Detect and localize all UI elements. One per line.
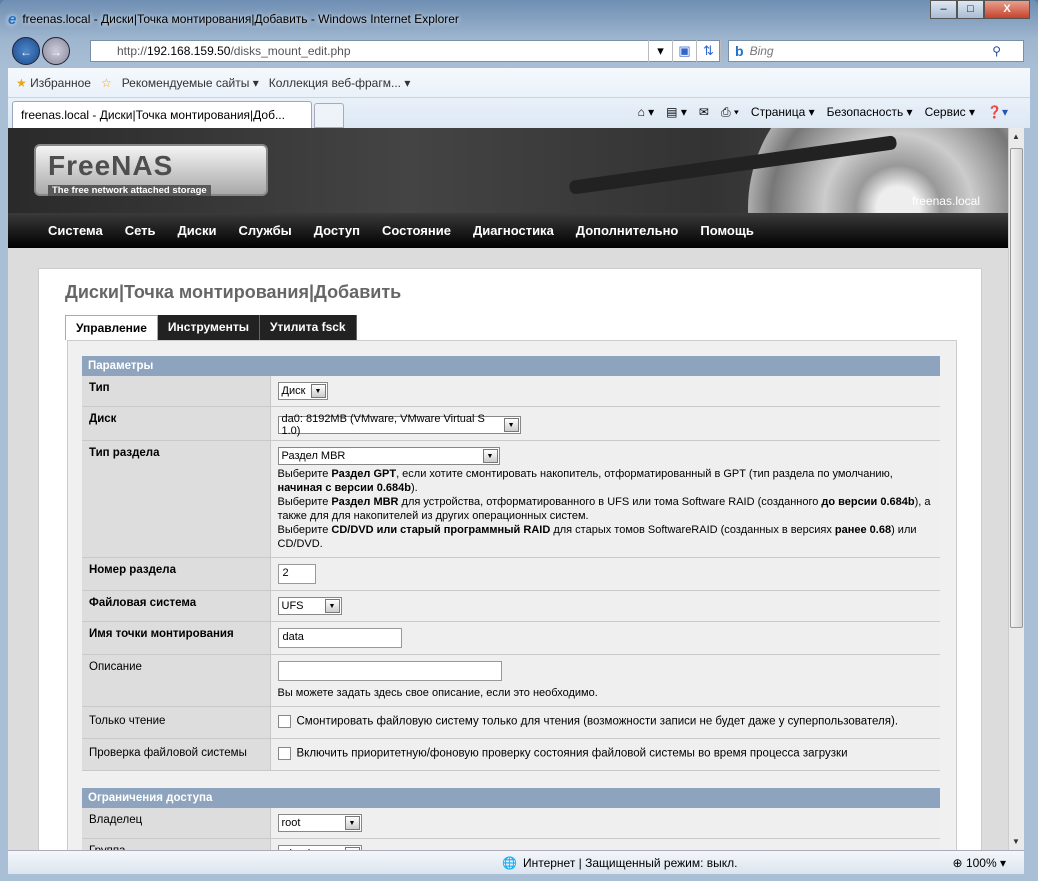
scroll-up-icon[interactable]: ▲ [1012, 132, 1020, 141]
tab-fsck[interactable]: Утилита fsck [259, 315, 357, 340]
favorites-button[interactable]: ★ Избранное [16, 76, 91, 90]
window-controls: – □ X [930, 0, 1030, 19]
fsck-checkbox[interactable] [277, 747, 291, 760]
fav-item[interactable]: Рекомендуемые сайты ▾ [122, 76, 259, 90]
label-type: Тип [82, 376, 271, 407]
description-input[interactable] [277, 661, 502, 681]
minimize-button[interactable]: – [930, 0, 957, 19]
print-icon[interactable]: ⎙ ▾ [721, 105, 739, 120]
cmd-security[interactable]: Безопасность ▾ [827, 105, 913, 120]
main-menu: Система Сеть Диски Службы Доступ Состоян… [8, 213, 1008, 248]
menu-network[interactable]: Сеть [125, 223, 156, 238]
globe-icon: 🌐 [502, 855, 517, 870]
menu-help[interactable]: Помощь [700, 223, 753, 238]
menu-status[interactable]: Состояние [382, 223, 451, 238]
description-hint: Вы можете задать здесь свое описание, ес… [277, 687, 598, 699]
freenas-logo[interactable]: FreeNAS The free network attached storag… [34, 144, 268, 196]
cmd-page[interactable]: Страница ▾ [751, 105, 815, 120]
star-icon: ★ [16, 76, 27, 90]
menu-diagnostics[interactable]: Диагностика [473, 223, 554, 238]
site-header: FreeNAS The free network attached storag… [8, 128, 1008, 213]
search-icon[interactable]: ⚲ [992, 44, 1001, 58]
label-filesystem: Файловая система [82, 590, 271, 622]
refresh-icon[interactable]: ⇅ [696, 40, 720, 62]
partition-type-hint: Выберите Раздел GPT, если хотите смонтир… [277, 468, 931, 550]
home-icon[interactable]: ⌂ ▾ [638, 105, 655, 120]
chevron-down-icon: ▼ [344, 815, 360, 830]
section-parameters: Параметры [82, 356, 940, 376]
bing-icon: b [735, 43, 744, 59]
label-disk: Диск [82, 406, 271, 441]
cmd-tools[interactable]: Сервис ▾ [925, 105, 975, 120]
scroll-thumb[interactable] [1010, 148, 1023, 628]
chevron-down-icon: ▼ [324, 599, 340, 613]
window-title: freenas.local - Диски|Точка монтирования… [22, 12, 459, 26]
readonly-checkbox[interactable] [277, 715, 291, 728]
page-viewport: FreeNAS The free network attached storag… [8, 128, 1008, 850]
owner-select[interactable]: root ▼ [277, 813, 362, 832]
tab-tools[interactable]: Инструменты [157, 315, 260, 340]
menu-disks[interactable]: Диски [178, 223, 217, 238]
section-access: Ограничения доступа [82, 787, 940, 808]
page-tabs: Управление Инструменты Утилита fsck [65, 315, 357, 340]
ie-icon: e [8, 10, 17, 28]
menu-services[interactable]: Службы [239, 223, 292, 238]
label-readonly: Только чтение [82, 706, 271, 739]
close-button[interactable]: X [984, 0, 1030, 19]
type-select[interactable]: Диск ▼ [277, 382, 328, 400]
label-owner: Владелец [82, 807, 271, 839]
partition-type-select[interactable]: Раздел MBR ▼ [277, 447, 500, 465]
chevron-down-icon: ▼ [482, 449, 498, 463]
back-button[interactable]: ← [12, 37, 40, 65]
zoom-control[interactable]: ⊕ 100% ▾ [953, 856, 1006, 870]
maximize-button[interactable]: □ [957, 0, 984, 19]
label-group: Группа [82, 838, 271, 850]
compat-view-icon[interactable]: ▣ [672, 40, 696, 62]
help-icon[interactable]: ❓▾ [987, 105, 1008, 120]
mail-icon[interactable]: ✉ [699, 105, 709, 120]
forward-button[interactable]: → [42, 37, 70, 65]
mount-name-input[interactable]: data [277, 628, 402, 648]
menu-access[interactable]: Доступ [314, 223, 360, 238]
fav-item[interactable]: Коллекция веб-фрагм... ▾ [269, 76, 411, 90]
label-partition-number: Номер раздела [82, 557, 271, 591]
search-input[interactable]: b Bing ⚲ [728, 40, 1024, 62]
filesystem-select[interactable]: UFS ▼ [277, 597, 342, 615]
tab-management[interactable]: Управление [65, 315, 158, 340]
chevron-down-icon: ▼ [310, 384, 326, 398]
disk-select[interactable]: da0: 8192MB (VMware, VMware Virtual S 1.… [277, 413, 521, 437]
menu-system[interactable]: Система [48, 223, 103, 238]
dropdown-icon[interactable]: ▾ [648, 40, 672, 62]
title-bar: e freenas.local - Диски|Точка монтирован… [8, 8, 459, 30]
vertical-scrollbar[interactable]: ▲ ▼ [1008, 128, 1024, 850]
scroll-down-icon[interactable]: ▼ [1012, 837, 1020, 846]
hostname: freenas.local [911, 194, 980, 208]
status-bar: 🌐 Интернет | Защищенный режим: выкл. ⊕ 10… [8, 850, 1024, 874]
command-bar: ⌂ ▾ ▤ ▾ ✉ ⎙ ▾ Страница ▾ Безопасность ▾ … [638, 105, 1008, 120]
add-favorite-icon[interactable]: ☆ [101, 76, 112, 90]
menu-advanced[interactable]: Дополнительно [576, 223, 679, 238]
label-description: Описание [82, 654, 271, 707]
favorites-bar: ★ Избранное ☆ Рекомендуемые сайты ▾ Колл… [8, 68, 1030, 128]
page-title: Диски|Точка монтирования|Добавить [65, 282, 402, 302]
label-partition-type: Тип раздела [82, 440, 271, 558]
partition-number-input[interactable]: 2 [277, 564, 316, 584]
label-fsck: Проверка файловой системы [82, 738, 271, 771]
security-zone[interactable]: 🌐 Интернет | Защищенный режим: выкл. [502, 856, 738, 870]
new-tab-button[interactable] [314, 103, 344, 128]
rss-icon[interactable]: ▤ ▾ [666, 105, 687, 120]
label-mount-name: Имя точки монтирования [82, 621, 271, 655]
browser-tab[interactable]: freenas.local - Диски|Точка монтирования… [12, 101, 312, 128]
chevron-down-icon: ▼ [503, 418, 519, 432]
address-bar[interactable]: http://192.168.159.50/disks_mount_edit.p… [90, 40, 720, 62]
mount-form: Параметры Тип Диск ▼ Диск da0: 8192MB (VM… [82, 356, 940, 850]
